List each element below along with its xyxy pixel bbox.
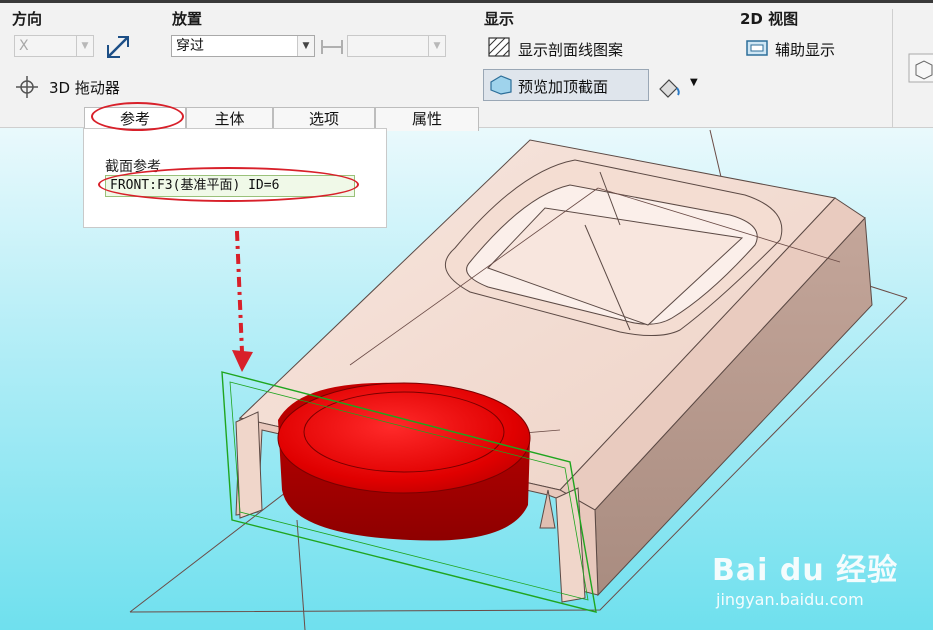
placement-mode-select[interactable]: 穿过 ▼ bbox=[171, 35, 315, 57]
cap-section bbox=[277, 382, 531, 541]
chevron-down-icon: ▼ bbox=[76, 36, 93, 56]
show-hatch-toggle[interactable]: 显示剖面线图案 bbox=[518, 39, 623, 60]
hatch-pattern-icon bbox=[487, 36, 511, 62]
tab-highlight-ring bbox=[91, 102, 184, 131]
watermark-url: jingyan.baidu.com bbox=[716, 590, 864, 609]
flip-direction-icon[interactable] bbox=[104, 33, 132, 65]
direction-axis-select[interactable]: X ▼ bbox=[14, 35, 94, 57]
offset-value-select[interactable]: ▼ bbox=[347, 35, 446, 57]
display-group-title: 显示 bbox=[484, 10, 515, 28]
dragger-icon bbox=[15, 75, 39, 103]
view-orientation-icon[interactable] bbox=[908, 53, 933, 87]
dragger-toggle[interactable]: 3D 拖动器 bbox=[49, 77, 120, 98]
chevron-down-icon[interactable]: ▼ bbox=[690, 77, 698, 88]
preview-capped-section-button[interactable]: 预览加顶截面 bbox=[483, 69, 649, 101]
reference-highlight-ring bbox=[98, 167, 359, 202]
chevron-down-icon: ▼ bbox=[428, 36, 445, 56]
auxiliary-display-icon bbox=[746, 39, 768, 61]
capped-section-icon bbox=[489, 74, 513, 100]
preview-capped-section-label: 预览加顶截面 bbox=[518, 78, 609, 96]
group-separator bbox=[892, 9, 893, 127]
direction-axis-value: X bbox=[19, 38, 29, 54]
paint-bucket-icon[interactable] bbox=[656, 73, 682, 103]
direction-group-title: 方向 bbox=[12, 10, 43, 28]
chevron-down-icon: ▼ bbox=[297, 36, 314, 56]
placement-mode-value: 穿过 bbox=[176, 38, 204, 54]
auxiliary-display-toggle[interactable]: 辅助显示 bbox=[775, 39, 835, 60]
view2d-group-title: 2D 视图 bbox=[740, 10, 799, 28]
annotation-arrow bbox=[232, 207, 253, 372]
tab-properties[interactable]: 属性 bbox=[375, 107, 479, 131]
offset-dimension-icon bbox=[320, 38, 344, 60]
placement-group-title: 放置 bbox=[172, 10, 203, 28]
watermark-logo: Bai du 经验 bbox=[712, 553, 899, 588]
